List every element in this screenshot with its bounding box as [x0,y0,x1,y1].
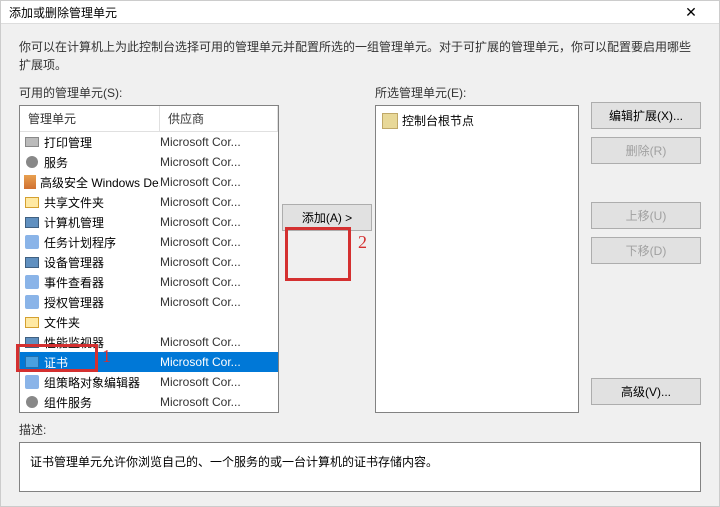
list-item-name: 性能监视器 [44,334,104,351]
list-item-name: 设备管理器 [44,254,104,271]
list-item-vendor: Microsoft Cor... [160,135,278,149]
list-item-name: 任务计划程序 [44,234,116,251]
header-snapin[interactable]: 管理单元 [20,106,160,131]
right-buttons: 编辑扩展(X)... 删除(R) 上移(U) 下移(D) 高级(V)... [591,84,701,413]
list-item[interactable]: 设备管理器 Microsoft Cor... [20,252,278,272]
list-item-name: 计算机管理 [44,214,104,231]
svc-icon [24,234,40,250]
list-item-name: 打印管理 [44,134,92,151]
advanced-button[interactable]: 高级(V)... [591,378,701,405]
list-item[interactable]: 计算机管理 Microsoft Cor... [20,212,278,232]
list-item[interactable]: 服务 Microsoft Cor... [20,152,278,172]
available-rows: 打印管理Microsoft Cor...服务Microsoft Cor...高级… [20,132,278,412]
list-item-vendor: Microsoft Cor... [160,395,278,409]
tree-root-item[interactable]: 控制台根节点 [380,110,574,131]
available-listbox[interactable]: 管理单元 供应商 打印管理 Microsoft Cor... 服务 Microsoft… [19,105,279,413]
shield-icon [24,174,36,190]
list-item-name: 服务 [44,154,68,171]
description-text: 证书管理单元允许你浏览自己的、一个服务的或一台计算机的证书存储内容。 [30,455,438,469]
list-item-name: 授权管理器 [44,294,104,311]
svc-icon [24,274,40,290]
list-item-vendor: Microsoft Cor... [160,375,278,389]
list-item-vendor: Microsoft Cor... [160,355,278,369]
list-item[interactable]: 高级安全 Windows De...Microsoft Cor... [20,172,278,192]
main-area: 可用的管理单元(S): 管理单元 供应商 打印管理 Microsoft Cor..… [1,84,719,413]
tree-root-label: 控制台根节点 [402,112,474,129]
list-item-vendor: Microsoft Cor... [160,275,278,289]
intro-text: 你可以在计算机上为此控制台选择可用的管理单元并配置所选的一组管理单元。对于可扩展… [1,24,719,84]
available-column: 可用的管理单元(S): 管理单元 供应商 打印管理 Microsoft Cor..… [19,84,279,413]
selected-listbox[interactable]: 控制台根节点 [375,105,579,413]
list-item-name: 事件查看器 [44,274,104,291]
gear-icon [24,154,40,170]
mon-icon [24,214,40,230]
svc-icon [24,294,40,310]
list-item-name: 高级安全 Windows De... [40,174,160,191]
list-item[interactable]: 组件服务 Microsoft Cor... [20,392,278,412]
list-item[interactable]: 事件查看器 Microsoft Cor... [20,272,278,292]
list-item-name: 组策略对象编辑器 [44,374,140,391]
list-item[interactable]: 共享文件夹 Microsoft Cor... [20,192,278,212]
list-item[interactable]: 性能监视器 Microsoft Cor... [20,332,278,352]
list-item[interactable]: 授权管理器 Microsoft Cor... [20,292,278,312]
folder-icon [24,314,40,330]
list-item[interactable]: 文件夹 [20,312,278,332]
list-item-vendor: Microsoft Cor... [160,335,278,349]
folder-icon [24,194,40,210]
list-item[interactable]: 任务计划程序 Microsoft Cor... [20,232,278,252]
description-box: 证书管理单元允许你浏览自己的、一个服务的或一台计算机的证书存储内容。 [19,442,701,492]
svc-icon [24,374,40,390]
available-label: 可用的管理单元(S): [19,84,279,101]
list-item[interactable]: 证书 Microsoft Cor... [20,352,278,372]
list-item-vendor: Microsoft Cor... [160,195,278,209]
cert-icon [24,354,40,370]
folder-icon [382,113,398,129]
selected-label: 所选管理单元(E): [375,84,579,101]
list-item-vendor: Microsoft Cor... [160,235,278,249]
move-down-button[interactable]: 下移(D) [591,237,701,264]
add-button[interactable]: 添加(A) > [282,204,372,231]
list-item-name: 证书 [44,354,68,371]
window-title: 添加或删除管理单元 [9,4,671,21]
list-item-vendor: Microsoft Cor... [160,215,278,229]
list-item-vendor: Microsoft Cor... [160,175,278,189]
description-label: 描述: [19,421,701,438]
list-item-name: 文件夹 [44,314,80,331]
gear-icon [24,394,40,410]
move-up-button[interactable]: 上移(U) [591,202,701,229]
mon-icon [24,254,40,270]
list-item-name: 共享文件夹 [44,194,104,211]
add-remove-snapin-dialog: 添加或删除管理单元 ✕ 你可以在计算机上为此控制台选择可用的管理单元并配置所选的… [0,0,720,507]
printer-icon [24,134,40,150]
list-item-vendor: Microsoft Cor... [160,155,278,169]
titlebar: 添加或删除管理单元 ✕ [1,1,719,24]
right-column: 所选管理单元(E): 控制台根节点 编辑扩展(X)... 删除(R) 上移(U)… [375,84,701,413]
close-icon[interactable]: ✕ [671,4,711,21]
list-item[interactable]: 打印管理 Microsoft Cor... [20,132,278,152]
list-item-vendor: Microsoft Cor... [160,295,278,309]
header-vendor[interactable]: 供应商 [160,106,278,131]
list-item[interactable]: 组策略对象编辑器 Microsoft Cor... [20,372,278,392]
description-section: 描述: 证书管理单元允许你浏览自己的、一个服务的或一台计算机的证书存储内容。 [1,413,719,506]
list-item-vendor: Microsoft Cor... [160,255,278,269]
mon-icon [24,334,40,350]
middle-column: 添加(A) > [287,84,367,413]
list-item-name: 组件服务 [44,394,92,411]
remove-button[interactable]: 删除(R) [591,137,701,164]
available-list-header: 管理单元 供应商 [20,106,278,132]
edit-extensions-button[interactable]: 编辑扩展(X)... [591,102,701,129]
